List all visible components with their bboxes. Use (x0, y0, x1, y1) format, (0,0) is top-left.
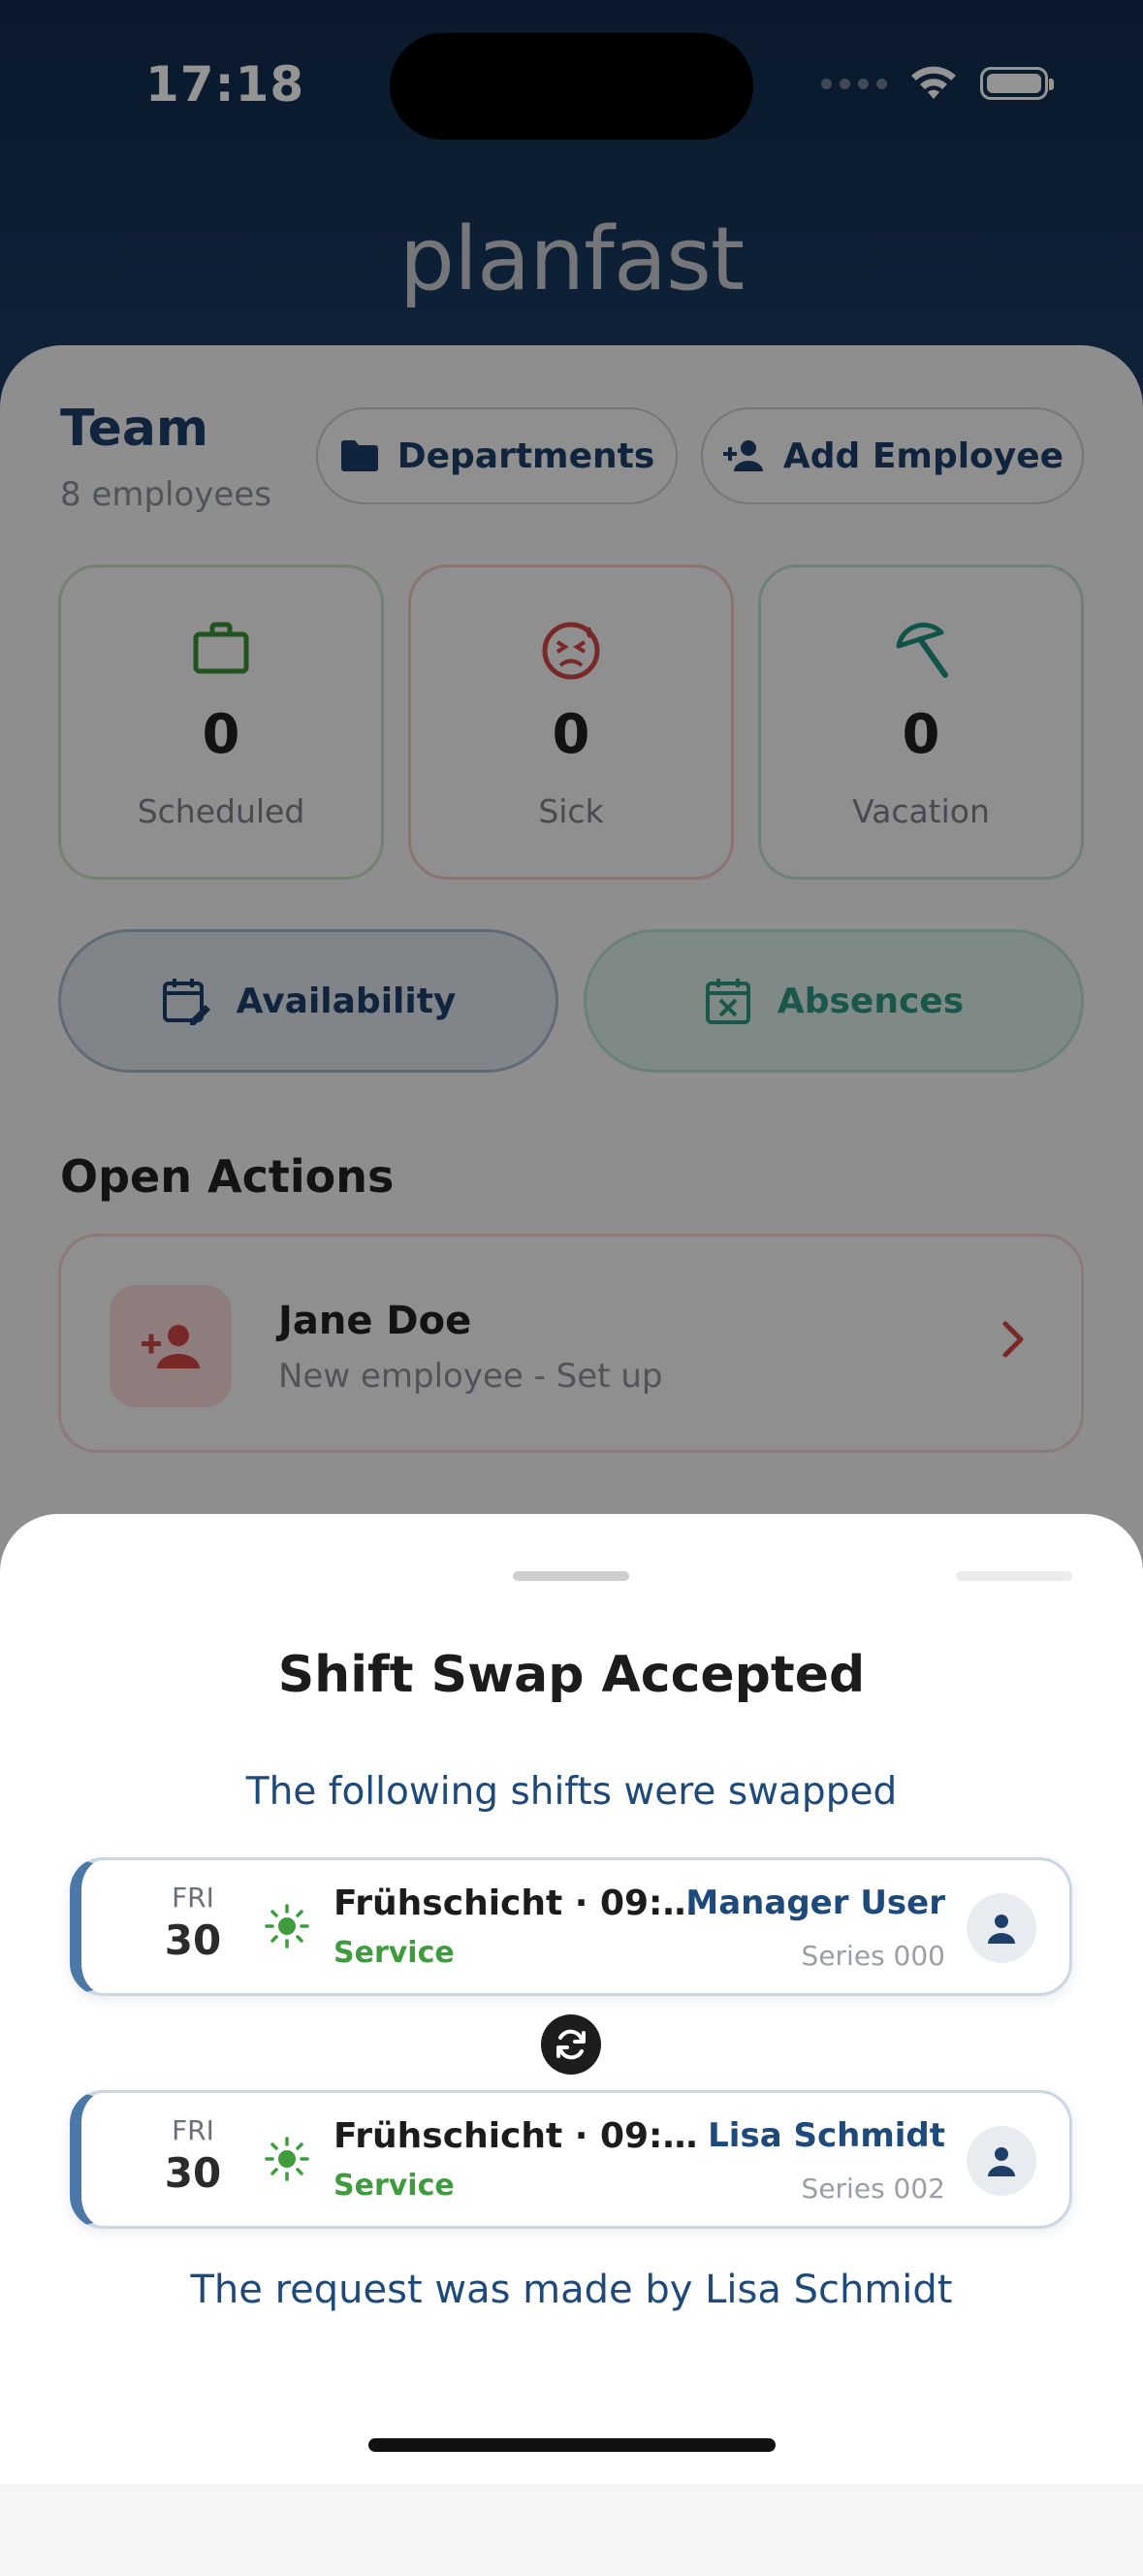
shift-day: 30 (164, 2149, 222, 2197)
shift-card[interactable]: FRI 30 Frühschicht · 09:00... Service Ma… (70, 1857, 1072, 1996)
sun-icon (265, 1904, 309, 1948)
shift-card[interactable]: FRI 30 Frühschicht · 09:00 ... Service L… (70, 2090, 1072, 2229)
swap-icon (541, 2014, 601, 2075)
avatar (967, 2126, 1036, 2196)
avatar (967, 1893, 1036, 1963)
shift-title: Frühschicht · 09:00 ... (333, 2116, 721, 2156)
shift-weekday: FRI (172, 1882, 214, 1914)
shift-employee-name: Lisa Schmidt (708, 2116, 945, 2155)
home-indicator[interactable] (368, 2438, 776, 2452)
shift-series: Series 000 (801, 1940, 945, 1972)
sun-icon (265, 2137, 309, 2181)
shift-weekday: FRI (172, 2114, 214, 2146)
shift-employee-name: Manager User (685, 1884, 945, 1922)
person-icon (988, 2147, 1015, 2176)
app-screen: 17:18 planfast Team 8 employees Departme… (0, 0, 1143, 2576)
sheet-title: Shift Swap Accepted (277, 1646, 866, 1704)
shift-department: Service (333, 2169, 455, 2203)
request-note: The request was made by Lisa Schmidt (190, 2268, 953, 2312)
sheet-grabber[interactable] (513, 1571, 629, 1581)
shift-title: Frühschicht · 09:00... (333, 1884, 721, 1923)
person-icon (988, 1915, 1015, 1944)
shift-day: 30 (164, 1916, 222, 1964)
sheet-subtitle: The following shifts were swapped (245, 1770, 898, 1814)
shift-department: Service (333, 1936, 455, 1970)
sheet-handle-secondary (956, 1571, 1072, 1581)
shift-series: Series 002 (801, 2173, 945, 2205)
